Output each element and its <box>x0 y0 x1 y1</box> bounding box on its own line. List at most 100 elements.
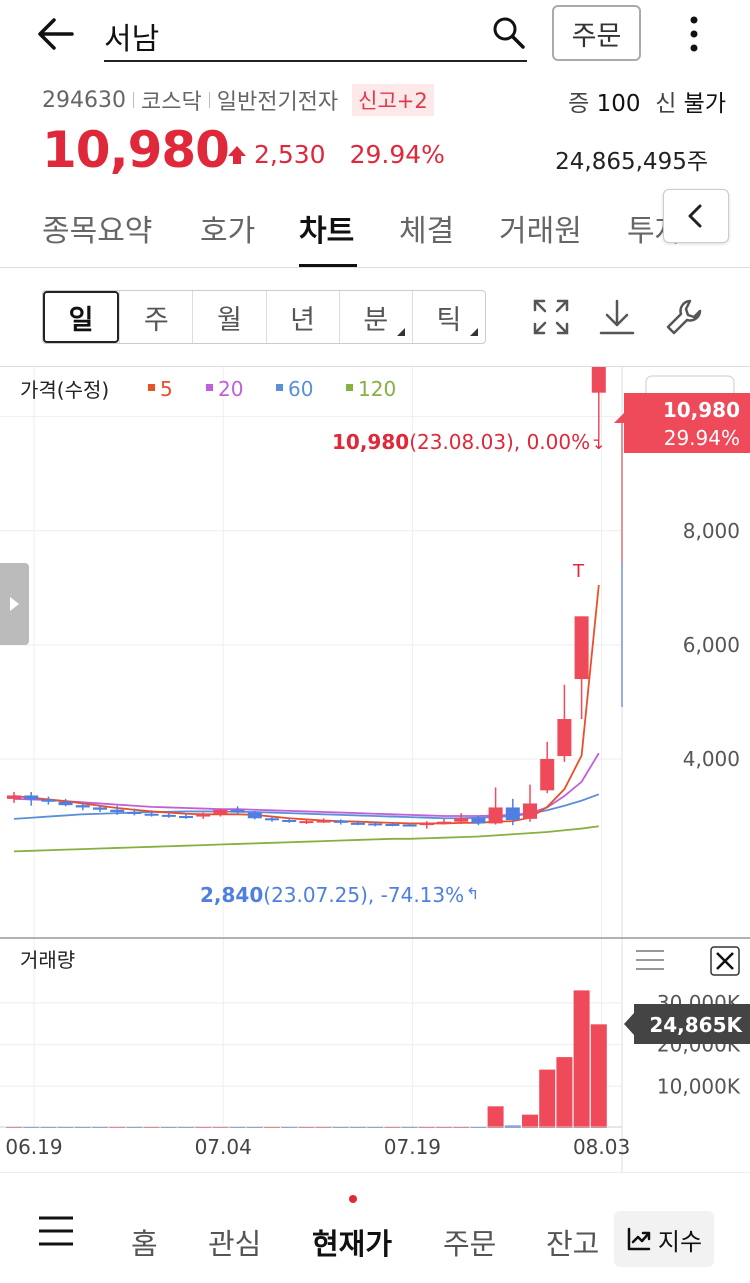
candle-body <box>299 821 314 824</box>
hamburger-menu-icon[interactable] <box>38 1213 74 1249</box>
period-month[interactable]: 월 <box>192 291 265 343</box>
legend-swatch <box>206 384 213 391</box>
trade-volume: 24,865,495주 <box>555 149 708 175</box>
margin-label-1: 증 <box>568 91 590 117</box>
search-icon[interactable] <box>492 16 526 50</box>
play-arrow-icon <box>10 597 19 611</box>
period-year[interactable]: 년 <box>265 291 339 343</box>
price-axis-label: 8,000 <box>683 519 740 543</box>
stock-info-line: 294630 코스닥 일반전기전자 신고+2 <box>42 84 434 116</box>
dropdown-corner-icon <box>470 328 479 336</box>
candle-body <box>110 809 125 813</box>
nav-order[interactable]: 주문 <box>443 1221 496 1263</box>
stock-search-box[interactable]: 서남 <box>104 8 527 62</box>
tab-trades[interactable]: 체결 <box>399 206 454 250</box>
candle-body <box>471 818 486 824</box>
period-tick[interactable]: 틱 <box>411 291 485 343</box>
legend-label: 120 <box>358 377 396 401</box>
tab-scroll-button[interactable] <box>663 189 729 243</box>
low-price-label: 2,840(23.07.25), -74.13% <box>200 883 464 907</box>
price-change: 2,530 29.94% <box>226 140 445 169</box>
stock-name: 서남 <box>104 22 160 57</box>
candle-body <box>523 803 537 819</box>
candle-body <box>419 822 434 826</box>
period-year-label: 년 <box>290 304 316 336</box>
volume-bar <box>556 1057 573 1128</box>
margin-value-2: 불가 <box>683 91 726 117</box>
nav-home[interactable]: 홈 <box>131 1221 158 1263</box>
volume-bar <box>487 1106 504 1128</box>
margin-label-2: 신 <box>655 91 677 117</box>
period-selector: 일 주 월 년 분 틱 <box>42 290 486 344</box>
period-minute[interactable]: 분 <box>338 291 412 343</box>
candle-body <box>127 812 142 815</box>
volume-bar <box>590 1024 607 1128</box>
candle-body <box>24 795 39 800</box>
price-tag-value: 10,980 <box>663 398 740 422</box>
high-price-value: 10,980 <box>332 430 409 454</box>
index-button[interactable]: 지수 <box>614 1211 714 1267</box>
current-price: 10,980 <box>42 121 230 179</box>
candle-body <box>557 719 572 757</box>
candle-body <box>41 799 56 802</box>
period-month-label: 월 <box>217 304 242 336</box>
close-indicator-icon[interactable] <box>710 946 740 976</box>
legend-swatch <box>148 384 155 391</box>
period-day[interactable]: 일 <box>43 291 120 343</box>
price-volume-chart[interactable]: 4,0006,0008,00010,000 10,000K20,000K30,0… <box>0 360 750 1173</box>
nav-balance[interactable]: 잔고 <box>546 1221 599 1263</box>
volume-tag-value: 24,865K <box>649 1013 743 1037</box>
tab-summary[interactable]: 종목요약 <box>42 206 152 250</box>
candle-body <box>93 807 107 810</box>
stock-code: 294630 <box>42 87 126 113</box>
trend-chart-icon <box>627 1227 651 1251</box>
chart-area[interactable]: 4,0006,0008,00010,000 10,000K20,000K30,0… <box>0 360 750 1173</box>
volume-axis-label: 10,000K <box>657 1074 741 1098</box>
tab-brokers[interactable]: 거래원 <box>499 206 582 250</box>
candle-body <box>144 813 159 816</box>
candle-body <box>591 360 606 393</box>
high-price-label: 10,980(23.08.03), 0.00% <box>332 430 590 454</box>
nav-watchlist[interactable]: 관심 <box>208 1221 261 1263</box>
tab-orderbook[interactable]: 호가 <box>200 206 255 250</box>
candle-body <box>574 616 589 680</box>
tab-chart[interactable]: 차트 <box>299 206 354 250</box>
period-day-label: 일 <box>68 304 94 336</box>
margin-info: 증 100 신 불가 <box>568 84 726 118</box>
active-nav-dot <box>349 1195 357 1203</box>
low-marker-icon: ↰ <box>466 884 479 903</box>
candle-body <box>213 809 228 815</box>
period-week[interactable]: 주 <box>119 291 192 343</box>
date-axis-label: 07.19 <box>384 1135 441 1159</box>
fullscreen-icon[interactable] <box>531 297 571 337</box>
wrench-settings-icon[interactable] <box>664 297 704 337</box>
more-options-icon[interactable] <box>680 12 708 56</box>
date-axis-label: 08.03 <box>573 1135 630 1159</box>
candle-body <box>7 795 21 799</box>
chart-side-handle[interactable] <box>0 563 29 645</box>
bottom-navigation: 홈 관심 현재가 주문 잔고 지수 <box>0 1172 750 1283</box>
chevron-left-icon <box>688 204 702 228</box>
change-amount: 2,530 <box>254 140 326 169</box>
order-button[interactable]: 주문 <box>552 5 641 61</box>
legend-label: 60 <box>288 377 313 401</box>
back-arrow-icon[interactable] <box>36 12 76 56</box>
volume-tag-pointer <box>624 1013 634 1035</box>
change-percent: 29.94% <box>349 140 445 169</box>
volume-bar <box>522 1114 538 1128</box>
volume-chart-title: 거래량 <box>20 948 75 972</box>
new-high-badge: 신고+2 <box>352 84 434 116</box>
low-price-value: 2,840 <box>200 883 263 907</box>
sector-name: 일반전기전자 <box>216 90 339 115</box>
volume-bar <box>539 1069 556 1128</box>
candle-body <box>265 818 279 821</box>
candle-body <box>230 809 245 813</box>
indicator-menu-icon[interactable] <box>636 950 664 970</box>
nav-current-price[interactable]: 현재가 <box>312 1221 392 1263</box>
high-price-detail: (23.08.03), 0.00% <box>409 430 590 454</box>
download-icon[interactable] <box>597 297 637 337</box>
low-price-detail: (23.07.25), -74.13% <box>263 883 464 907</box>
candle-body <box>368 823 383 826</box>
candle-body <box>385 823 400 826</box>
legend-swatch <box>346 384 353 391</box>
